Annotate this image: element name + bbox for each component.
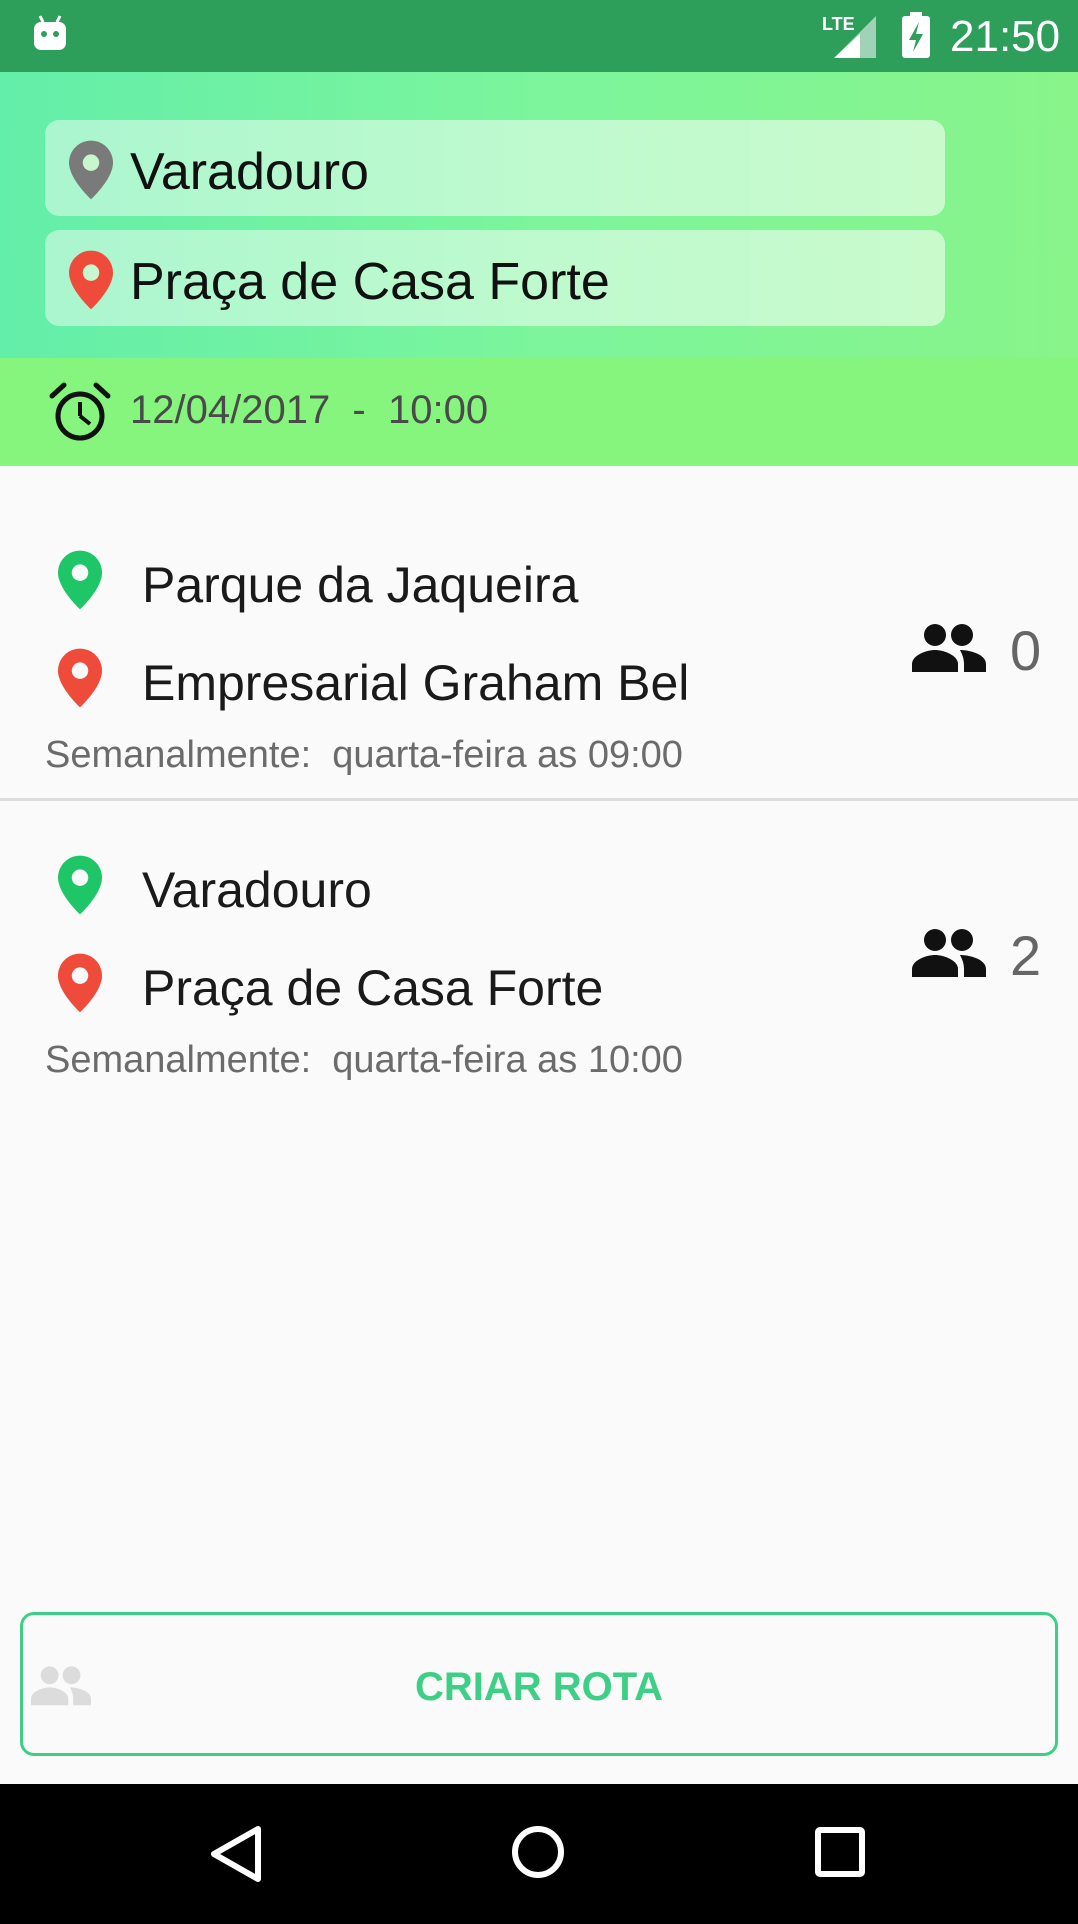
people-icon <box>912 622 986 677</box>
red-pin-icon <box>58 953 102 1018</box>
route-list-item[interactable]: Varadouro Praça de Casa Forte Semanalmen… <box>0 825 1078 1125</box>
route-origin: Varadouro <box>142 862 372 918</box>
destination-text: Praça de Casa Forte <box>130 253 610 311</box>
green-pin-icon <box>58 550 102 615</box>
back-icon[interactable] <box>208 1824 264 1889</box>
android-icon <box>32 14 68 59</box>
green-pin-icon <box>58 855 102 920</box>
route-list-item[interactable]: Parque da Jaqueira Empresarial Graham Be… <box>0 520 1078 820</box>
origin-pin-icon <box>69 140 113 205</box>
red-pin-icon <box>58 648 102 713</box>
create-route-label: CRIAR ROTA <box>414 1665 664 1709</box>
recent-apps-icon[interactable] <box>814 1826 866 1883</box>
origin-field[interactable]: Varadouro <box>45 120 945 216</box>
passenger-count: 0 <box>1010 619 1042 682</box>
route-destination: Praça de Casa Forte <box>142 960 604 1016</box>
people-icon <box>912 927 986 982</box>
route-destination: Empresarial Graham Bel <box>142 655 690 711</box>
alarm-icon <box>48 380 112 449</box>
schedule-datetime: 12/04/2017 - 10:00 <box>130 388 489 432</box>
lte-signal-icon: LTE <box>820 12 880 65</box>
status-clock: 21:50 <box>950 12 1061 61</box>
passenger-count: 2 <box>1010 924 1042 987</box>
battery-charging-icon <box>900 12 932 65</box>
route-origin: Parque da Jaqueira <box>142 557 579 613</box>
route-frequency: Semanalmente: quarta-feira as 10:00 <box>45 1039 683 1081</box>
svg-text:LTE: LTE <box>822 14 855 34</box>
status-bar: LTE 21:50 <box>0 0 1078 72</box>
home-icon[interactable] <box>510 1824 566 1885</box>
destination-pin-icon <box>69 250 113 315</box>
origin-text: Varadouro <box>130 143 369 201</box>
route-search-header: Varadouro Praça de Casa Forte <box>0 72 1078 358</box>
schedule-bar[interactable]: 12/04/2017 - 10:00 <box>0 358 1078 466</box>
navigation-bar <box>0 1784 1078 1924</box>
destination-field[interactable]: Praça de Casa Forte <box>45 230 945 326</box>
list-divider <box>0 798 1078 801</box>
create-route-button[interactable]: CRIAR ROTA <box>20 1612 1058 1756</box>
route-frequency: Semanalmente: quarta-feira as 09:00 <box>45 734 683 776</box>
